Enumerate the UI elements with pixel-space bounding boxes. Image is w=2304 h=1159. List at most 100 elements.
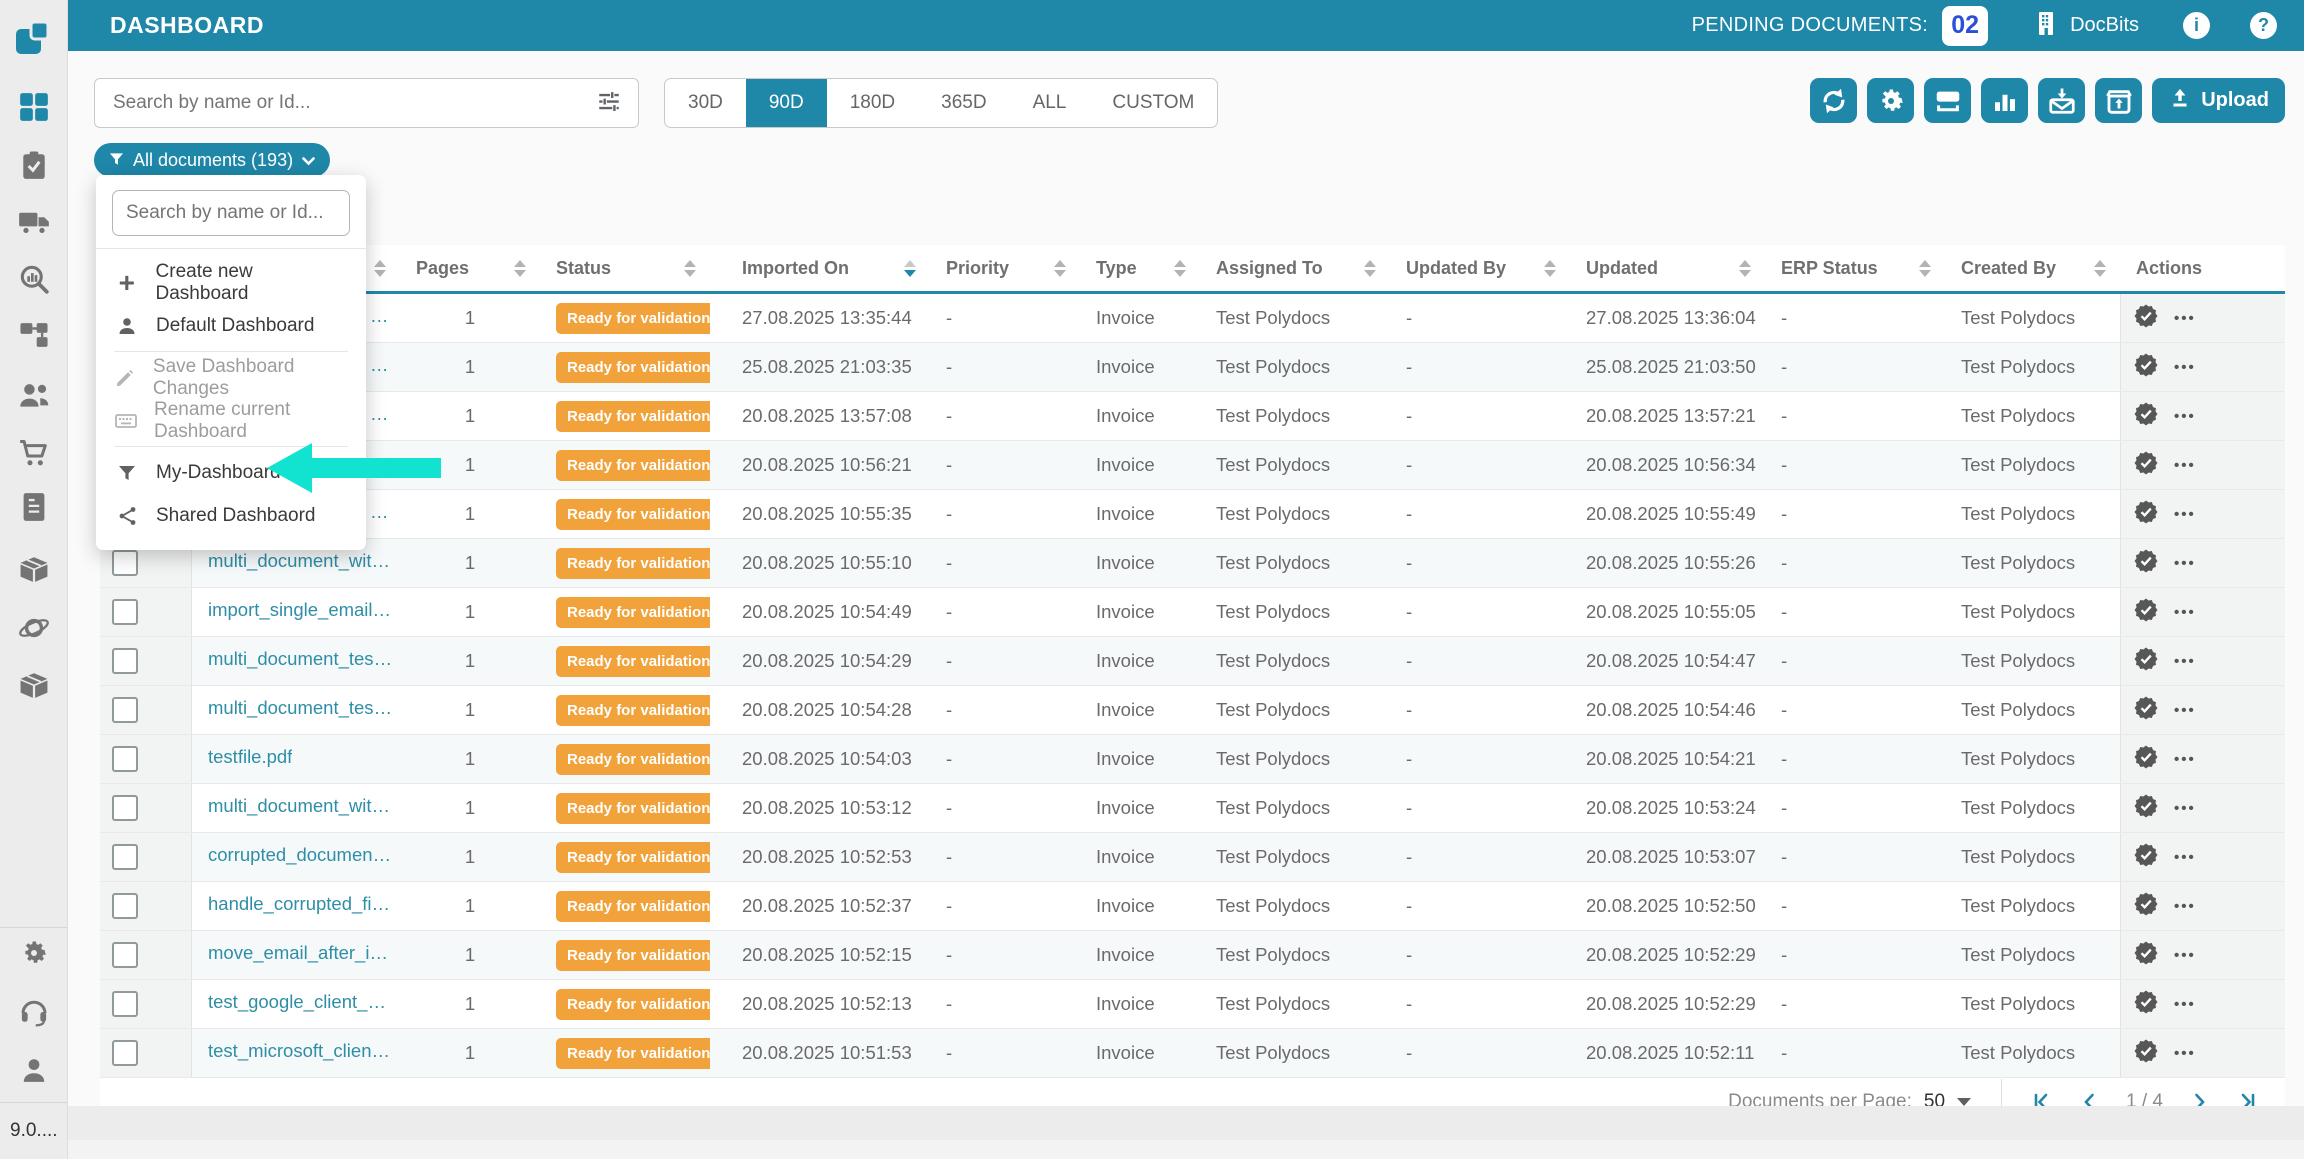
document-link[interactable]: multi_document_with… <box>208 795 394 817</box>
filter-tune-icon[interactable] <box>596 88 622 119</box>
menu-item-shared-dashboard[interactable]: Shared Dashbaord <box>96 494 366 537</box>
row-more-button[interactable]: ••• <box>2174 310 2196 327</box>
document-link[interactable]: … <box>370 501 389 523</box>
scanner-button[interactable] <box>1924 78 1971 123</box>
validated-seal-icon[interactable] <box>2133 1038 2159 1069</box>
help-icon[interactable]: ? <box>2250 12 2277 39</box>
validated-seal-icon[interactable] <box>2133 744 2159 775</box>
sort-icon[interactable] <box>1544 260 1556 277</box>
validated-seal-icon[interactable] <box>2133 891 2159 922</box>
header-updated[interactable]: Updated <box>1570 245 1765 291</box>
document-link[interactable]: … <box>370 403 389 425</box>
validated-seal-icon[interactable] <box>2133 352 2159 383</box>
sort-icon[interactable] <box>2094 260 2106 277</box>
validated-seal-icon[interactable] <box>2133 499 2159 530</box>
info-icon[interactable]: i <box>2183 12 2210 39</box>
sort-icon[interactable] <box>1919 260 1931 277</box>
mail-import-button[interactable] <box>2038 78 2085 123</box>
sidebar-item-analytics-search[interactable] <box>0 257 67 301</box>
document-link[interactable]: testfile.pdf <box>208 746 292 768</box>
range-365d[interactable]: 365D <box>918 79 1009 127</box>
document-link[interactable]: … <box>370 354 389 376</box>
row-checkbox[interactable] <box>112 697 138 723</box>
sort-icon[interactable] <box>1054 260 1066 277</box>
row-checkbox[interactable] <box>112 599 138 625</box>
sort-icon[interactable] <box>374 260 386 277</box>
sort-icon-active-desc[interactable] <box>904 260 916 277</box>
archive-upload-button[interactable] <box>2095 78 2142 123</box>
sidebar-item-settings[interactable] <box>0 931 67 975</box>
header-assigned-to[interactable]: Assigned To <box>1200 245 1390 291</box>
header-type[interactable]: Type <box>1080 245 1200 291</box>
document-link[interactable]: move_email_after_im… <box>208 942 394 964</box>
menu-item-create-dashboard[interactable]: + Create new Dashboard <box>96 261 366 304</box>
validated-seal-icon[interactable] <box>2133 842 2159 873</box>
row-more-button[interactable]: ••• <box>2174 653 2196 670</box>
row-checkbox[interactable] <box>112 893 138 919</box>
document-link[interactable]: multi_document_test… <box>208 697 394 719</box>
validated-seal-icon[interactable] <box>2133 793 2159 824</box>
validated-seal-icon[interactable] <box>2133 940 2159 971</box>
row-more-button[interactable]: ••• <box>2174 359 2196 376</box>
range-30d[interactable]: 30D <box>665 79 746 127</box>
document-link[interactable]: multi_document_test… <box>208 648 394 670</box>
range-180d[interactable]: 180D <box>827 79 918 127</box>
document-link[interactable]: test_google_client_20… <box>208 991 394 1013</box>
header-imported-on[interactable]: Imported On <box>710 245 930 291</box>
documents-filter-chip[interactable]: All documents (193) <box>94 143 330 177</box>
row-more-button[interactable]: ••• <box>2174 800 2196 817</box>
sidebar-item-support[interactable] <box>0 990 67 1034</box>
sidebar-item-integrations[interactable] <box>0 606 67 650</box>
sort-icon[interactable] <box>1739 260 1751 277</box>
validated-seal-icon[interactable] <box>2133 646 2159 677</box>
search-input[interactable] <box>95 91 596 115</box>
row-checkbox[interactable] <box>112 942 138 968</box>
header-status[interactable]: Status <box>540 245 710 291</box>
header-erp-status[interactable]: ERP Status <box>1765 245 1945 291</box>
sidebar-item-profile[interactable] <box>0 1048 67 1092</box>
validated-seal-icon[interactable] <box>2133 303 2159 334</box>
document-link[interactable]: … <box>370 305 389 327</box>
header-created-by[interactable]: Created By <box>1945 245 2120 291</box>
row-more-button[interactable]: ••• <box>2174 996 2196 1013</box>
sidebar-item-invoices[interactable] <box>0 485 67 529</box>
document-link[interactable]: corrupted_document… <box>208 844 394 866</box>
pending-documents-badge[interactable]: 02 <box>1942 6 1988 46</box>
sidebar-item-workflow[interactable] <box>0 313 67 357</box>
validated-seal-icon[interactable] <box>2133 401 2159 432</box>
row-more-button[interactable]: ••• <box>2174 702 2196 719</box>
row-more-button[interactable]: ••• <box>2174 408 2196 425</box>
header-priority[interactable]: Priority <box>930 245 1080 291</box>
range-custom[interactable]: CUSTOM <box>1089 79 1217 127</box>
validated-seal-icon[interactable] <box>2133 548 2159 579</box>
validated-seal-icon[interactable] <box>2133 450 2159 481</box>
validated-seal-icon[interactable] <box>2133 695 2159 726</box>
sort-icon[interactable] <box>1364 260 1376 277</box>
header-pages[interactable]: Pages <box>400 245 540 291</box>
refresh-button[interactable] <box>1810 78 1857 123</box>
row-more-button[interactable]: ••• <box>2174 849 2196 866</box>
menu-item-rename-dashboard[interactable]: Rename current Dashboard <box>96 399 366 442</box>
row-checkbox[interactable] <box>112 1040 138 1066</box>
document-link[interactable]: handle_corrupted_file… <box>208 893 394 915</box>
docbits-logo-icon[interactable] <box>0 17 67 61</box>
per-page-caret-icon[interactable] <box>1957 1098 1971 1106</box>
sidebar-item-tasks[interactable] <box>0 144 67 188</box>
dropdown-search-input[interactable] <box>113 201 349 225</box>
row-more-button[interactable]: ••• <box>2174 947 2196 964</box>
row-more-button[interactable]: ••• <box>2174 457 2196 474</box>
sort-icon[interactable] <box>514 260 526 277</box>
row-checkbox[interactable] <box>112 795 138 821</box>
sidebar-item-package-2[interactable] <box>0 663 67 707</box>
sidebar-item-dashboard[interactable] <box>0 85 67 129</box>
settings-button[interactable] <box>1867 78 1914 123</box>
row-checkbox[interactable] <box>112 844 138 870</box>
document-link[interactable]: test_microsoft_client… <box>208 1040 394 1062</box>
sort-icon[interactable] <box>684 260 696 277</box>
range-all[interactable]: ALL <box>1010 79 1090 127</box>
row-more-button[interactable]: ••• <box>2174 751 2196 768</box>
row-more-button[interactable]: ••• <box>2174 506 2196 523</box>
menu-item-default-dashboard[interactable]: Default Dashboard <box>96 304 366 347</box>
upload-button[interactable]: Upload <box>2152 78 2285 123</box>
row-checkbox[interactable] <box>112 648 138 674</box>
